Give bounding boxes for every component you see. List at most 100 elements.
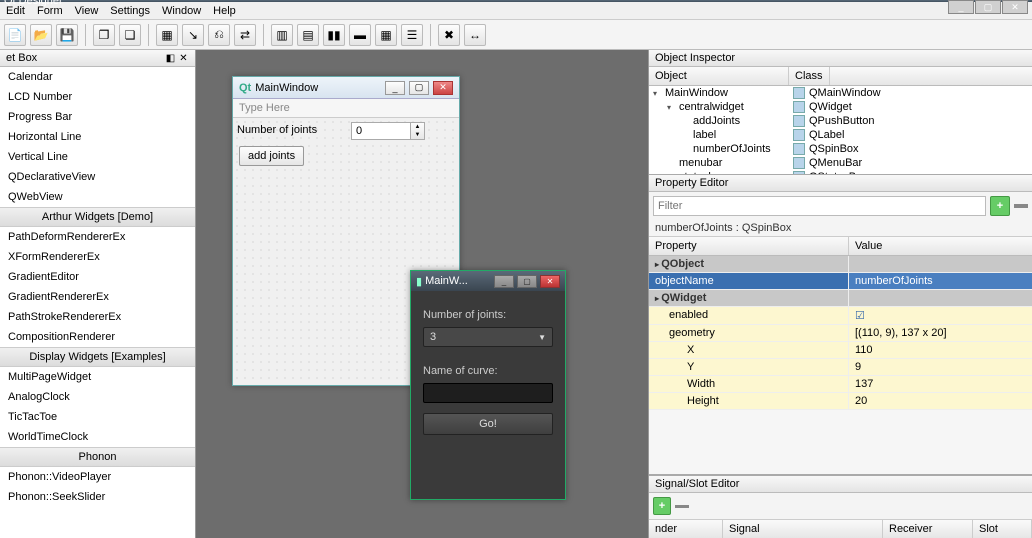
widget-item[interactable]: PathStrokeRendererEx xyxy=(0,307,195,327)
toolbar-layout-v-icon[interactable]: ▤ xyxy=(297,24,319,46)
property-row[interactable]: QObject xyxy=(649,256,1032,273)
widget-item[interactable]: MultiPageWidget xyxy=(0,367,195,387)
toolbar-paste-icon[interactable]: ❏ xyxy=(119,24,141,46)
property-row[interactable]: Width137 xyxy=(649,376,1032,393)
tree-row[interactable]: numberOfJointsQSpinBox xyxy=(649,142,1032,156)
toolbar-layout-vsplit-icon[interactable]: ▬ xyxy=(349,24,371,46)
toolbar-layout-h-icon[interactable]: ▥ xyxy=(271,24,293,46)
tree-row[interactable]: ▾MainWindowQMainWindow xyxy=(649,86,1032,100)
property-filter-input[interactable] xyxy=(653,196,986,216)
col-class[interactable]: Class xyxy=(789,67,830,85)
tree-row[interactable]: menubarQMenuBar xyxy=(649,156,1032,170)
spinbox-number-of-joints[interactable]: ▲▼ xyxy=(351,122,425,140)
widget-item[interactable]: Phonon::SeekSlider xyxy=(0,487,195,507)
property-row[interactable]: Height20 xyxy=(649,393,1032,410)
widget-item[interactable]: PathDeformRendererEx xyxy=(0,227,195,247)
object-inspector-tree[interactable]: ▾MainWindowQMainWindow▾centralwidgetQWid… xyxy=(649,86,1032,174)
spinbox-input[interactable] xyxy=(351,122,411,140)
spinbox-controls[interactable]: ▲▼ xyxy=(411,122,425,140)
col-signal[interactable]: Signal xyxy=(723,520,883,538)
menu-edit[interactable]: Edit xyxy=(6,5,25,17)
menu-settings[interactable]: Settings xyxy=(110,5,150,17)
widget-item[interactable]: WorldTimeClock xyxy=(0,427,195,447)
remove-connection-icon[interactable] xyxy=(675,505,689,508)
widget-item[interactable]: Phonon::VideoPlayer xyxy=(0,467,195,487)
col-property[interactable]: Property xyxy=(649,237,849,255)
widget-item[interactable]: QWebView xyxy=(0,187,195,207)
preview-window[interactable]: ▮ MainW... _ ▢ ✕ Number of joints: 3 ▼ N… xyxy=(410,270,566,500)
toolbar-layout-grid-icon[interactable]: ▦ xyxy=(375,24,397,46)
widget-item[interactable]: CompositionRenderer xyxy=(0,327,195,347)
col-sender[interactable]: nder xyxy=(649,520,723,538)
preview-maximize-icon[interactable]: ▢ xyxy=(517,275,537,288)
preview-joints-combo[interactable]: 3 ▼ xyxy=(423,327,553,347)
property-row[interactable]: enabled xyxy=(649,307,1032,325)
col-value[interactable]: Value xyxy=(849,237,888,255)
toolbar-adjust-size-icon[interactable]: ↔ xyxy=(464,24,486,46)
toolbar-save-icon[interactable]: 💾 xyxy=(56,24,78,46)
widget-item[interactable]: AnalogClock xyxy=(0,387,195,407)
col-receiver[interactable]: Receiver xyxy=(883,520,973,538)
preview-close-icon[interactable]: ✕ xyxy=(540,275,560,288)
widget-item[interactable]: XFormRendererEx xyxy=(0,247,195,267)
widget-item[interactable]: Horizontal Line xyxy=(0,127,195,147)
property-row[interactable]: QWidget xyxy=(649,290,1032,307)
preview-go-button[interactable]: Go! xyxy=(423,413,553,435)
col-object[interactable]: Object xyxy=(649,67,789,85)
toolbar-layout-hsplit-icon[interactable]: ▮▮ xyxy=(323,24,345,46)
property-row[interactable]: geometry[(110, 9), 137 x 20] xyxy=(649,325,1032,342)
design-minimize-icon[interactable]: _ xyxy=(385,81,405,95)
toolbar-edit-buddies-icon[interactable]: ⎌ xyxy=(208,24,230,46)
toolbar-layout-form-icon[interactable]: ☰ xyxy=(401,24,423,46)
tree-row[interactable]: ▾centralwidgetQWidget xyxy=(649,100,1032,114)
chevron-up-icon[interactable]: ▲ xyxy=(411,123,424,131)
property-row[interactable]: X110 xyxy=(649,342,1032,359)
widget-item[interactable]: Vertical Line xyxy=(0,147,195,167)
toolbar-edit-taborder-icon[interactable]: ⇄ xyxy=(234,24,256,46)
property-table[interactable]: QObjectobjectNamenumberOfJointsQWidgeten… xyxy=(649,256,1032,474)
widget-item[interactable]: GradientEditor xyxy=(0,267,195,287)
widget-box-list[interactable]: CalendarLCD NumberProgress BarHorizontal… xyxy=(0,67,195,538)
design-canvas[interactable]: Qt MainWindow _ ▢ ✕ Type Here Number of … xyxy=(196,50,648,538)
property-row[interactable]: objectNamenumberOfJoints xyxy=(649,273,1032,290)
toolbar-open-icon[interactable]: 📂 xyxy=(30,24,52,46)
design-maximize-icon[interactable]: ▢ xyxy=(409,81,429,95)
preview-minimize-icon[interactable]: _ xyxy=(494,275,514,288)
toolbar-copy-icon[interactable]: ❐ xyxy=(93,24,115,46)
menu-view[interactable]: View xyxy=(75,5,99,17)
widget-item[interactable]: GradientRendererEx xyxy=(0,287,195,307)
preview-titlebar[interactable]: ▮ MainW... _ ▢ ✕ xyxy=(411,271,565,291)
design-close-icon[interactable]: ✕ xyxy=(433,81,453,95)
add-connection-icon[interactable]: + xyxy=(653,497,671,515)
widget-item[interactable]: QDeclarativeView xyxy=(0,167,195,187)
menu-form[interactable]: Form xyxy=(37,5,63,17)
tree-row[interactable]: addJointsQPushButton xyxy=(649,114,1032,128)
label-number-of-joints[interactable]: Number of joints xyxy=(237,124,317,136)
panel-float-icon[interactable]: ◧ xyxy=(165,53,176,64)
design-menubar-placeholder[interactable]: Type Here xyxy=(233,99,459,118)
window-maximize-button[interactable]: ▢ xyxy=(975,0,1001,14)
widget-item[interactable]: TicTacToe xyxy=(0,407,195,427)
toolbar-edit-widgets-icon[interactable]: ▦ xyxy=(156,24,178,46)
preview-curve-input[interactable] xyxy=(423,383,553,403)
tree-row[interactable]: labelQLabel xyxy=(649,128,1032,142)
remove-dynamic-property-icon[interactable] xyxy=(1014,204,1028,208)
chevron-down-icon[interactable]: ▼ xyxy=(411,131,424,139)
property-row[interactable]: Y9 xyxy=(649,359,1032,376)
add-dynamic-property-icon[interactable]: + xyxy=(990,196,1010,216)
window-close-button[interactable]: ✕ xyxy=(1002,0,1028,14)
toolbar-new-icon[interactable]: 📄 xyxy=(4,24,26,46)
toolbar-break-layout-icon[interactable]: ✖ xyxy=(438,24,460,46)
col-slot[interactable]: Slot xyxy=(973,520,1032,538)
panel-close-icon[interactable]: ✕ xyxy=(178,53,189,64)
window-minimize-button[interactable]: _ xyxy=(948,0,974,14)
menu-help[interactable]: Help xyxy=(213,5,236,17)
widget-item[interactable]: Calendar xyxy=(0,67,195,87)
add-joints-button[interactable]: add joints xyxy=(239,146,304,166)
widget-item[interactable]: LCD Number xyxy=(0,87,195,107)
menu-window[interactable]: Window xyxy=(162,5,201,17)
widget-item[interactable]: Progress Bar xyxy=(0,107,195,127)
tree-row[interactable]: statusbarQStatusBar xyxy=(649,170,1032,174)
toolbar-edit-signals-icon[interactable]: ↘ xyxy=(182,24,204,46)
design-window-titlebar[interactable]: Qt MainWindow _ ▢ ✕ xyxy=(233,77,459,99)
